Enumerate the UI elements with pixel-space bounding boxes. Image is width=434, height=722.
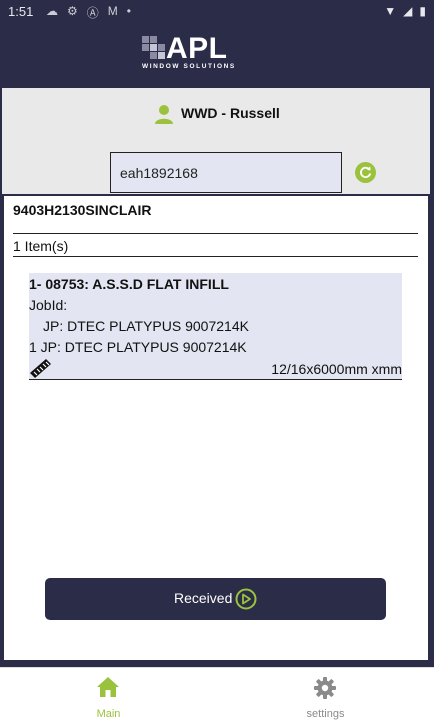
item-title: 1- 08753: A.S.S.D FLAT INFILL (29, 276, 229, 292)
status-bar: 1:51 ☁ ⚙ Ⓐ M • ▼ ◢ ▮ (0, 0, 434, 24)
logo-subtext: WINDOW SOLUTIONS (142, 63, 236, 70)
nav-label-settings: settings (306, 708, 345, 720)
status-time: 1:51 (8, 4, 34, 19)
nav-item-main[interactable]: Main (0, 668, 217, 722)
logo-text: APL (166, 32, 228, 65)
received-button[interactable]: Received (45, 578, 386, 620)
divider (13, 256, 418, 257)
cloud-icon: ☁ (46, 4, 58, 18)
gear-icon (314, 677, 336, 699)
item-count: 1 Item(s) (13, 238, 69, 254)
item-dimensions: 12/16x6000mm xmm (271, 361, 402, 377)
app-bar: APL WINDOW SOLUTIONS (0, 24, 434, 82)
refresh-button[interactable] (355, 162, 376, 183)
order-id: 9403H2130SINCLAIR (13, 202, 152, 218)
nav-label-main: Main (96, 708, 121, 720)
ruler-icon (30, 359, 51, 378)
job-line: JP: DTEC PLATYPUS 9007214K (43, 318, 249, 334)
bottom-nav: Main settings (0, 667, 434, 722)
gear-icon: ⚙ (67, 4, 78, 18)
battery-icon: ▮ (419, 4, 426, 18)
received-button-label: Received (174, 590, 233, 606)
divider (13, 233, 418, 234)
search-input[interactable]: eah1892168 (110, 152, 342, 193)
user-icon (155, 105, 173, 124)
apl-logo: APL WINDOW SOLUTIONS (142, 32, 292, 74)
notification-icons: ☁ ⚙ Ⓐ M • (46, 4, 131, 21)
search-input-value: eah1892168 (120, 165, 198, 181)
list-item[interactable]: 1- 08753: A.S.S.D FLAT INFILL JobId: JP:… (29, 273, 402, 380)
arrow-right-circle-icon (235, 588, 257, 610)
signal-icon: ◢ (403, 4, 413, 18)
user-name: WWD - Russell (181, 105, 280, 121)
job-id-label: JobId: (29, 297, 68, 313)
system-icons: ▼ ◢ ▮ (384, 4, 426, 18)
a-icon: Ⓐ (86, 6, 99, 20)
wifi-icon: ▼ (384, 4, 397, 18)
nav-item-settings[interactable]: settings (217, 668, 434, 722)
logo-mark-icon (142, 36, 166, 60)
home-icon (97, 677, 119, 697)
gmail-icon: M (107, 4, 118, 18)
dot-icon: • (126, 4, 131, 18)
job-line: 1 JP: DTEC PLATYPUS 9007214K (29, 339, 247, 355)
refresh-icon (360, 166, 372, 179)
